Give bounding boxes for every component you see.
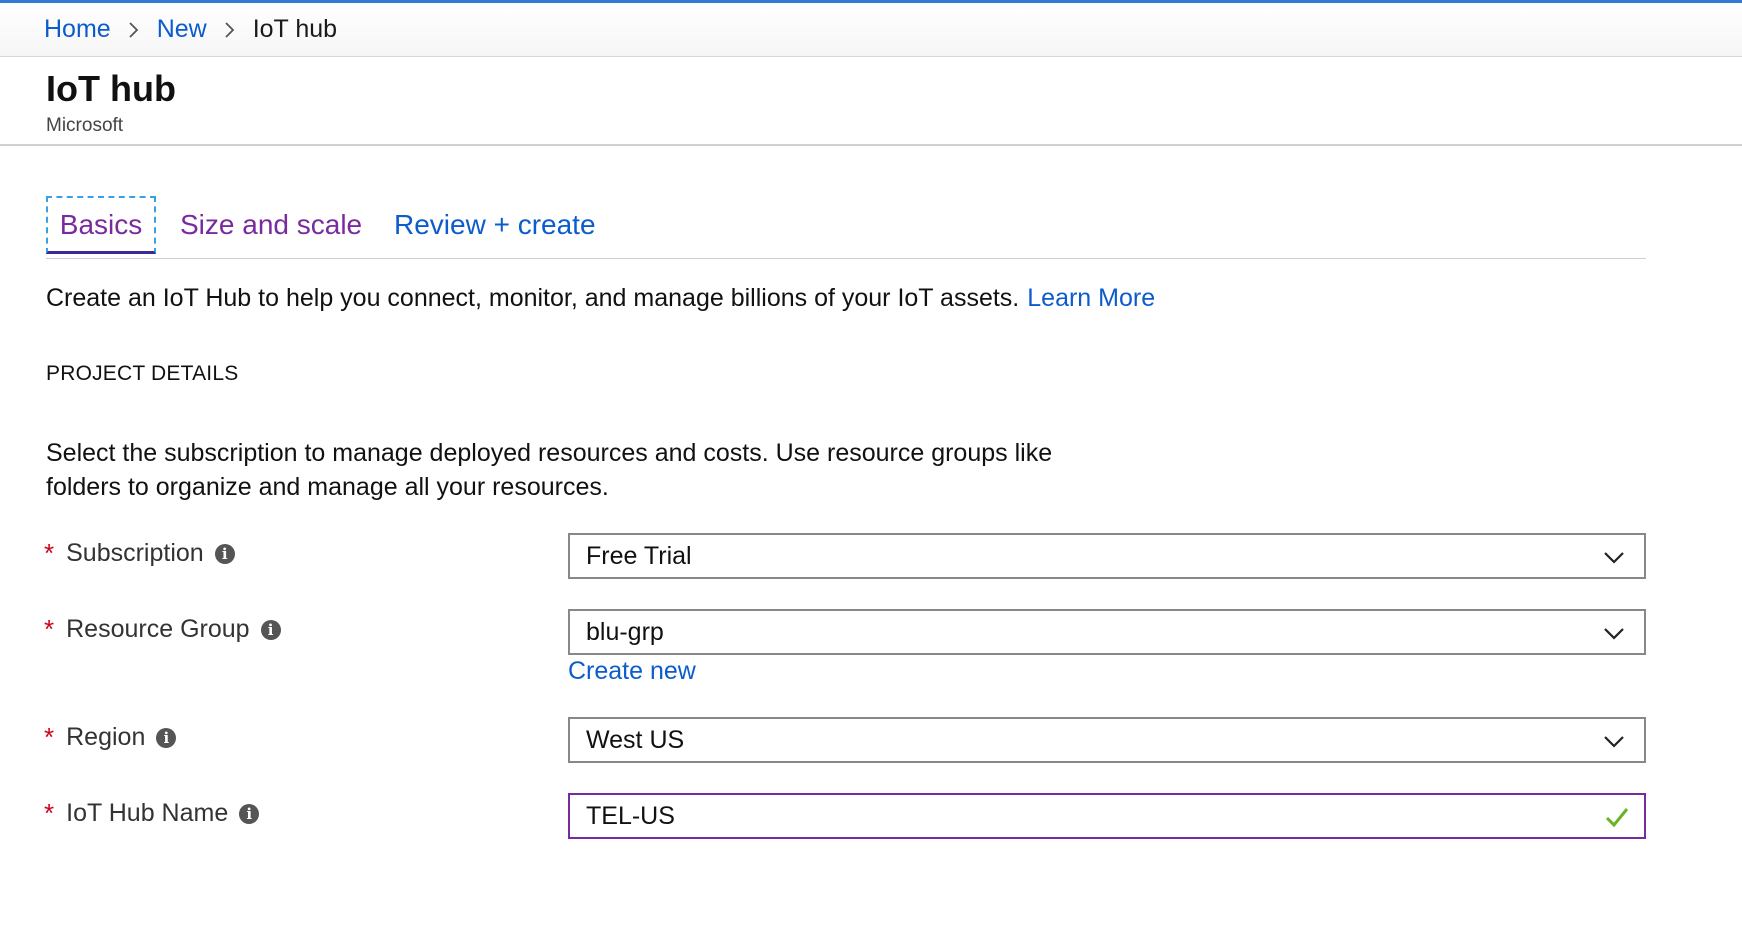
region-select[interactable]: West US [568,717,1646,763]
chevron-down-icon [1604,552,1624,564]
region-value: West US [586,725,685,754]
chevron-right-icon [207,21,253,39]
intro-text: Create an IoT Hub to help you connect, m… [46,284,1155,313]
required-mark: * [44,614,55,644]
hub-name-label-text: IoT Hub Name [66,799,229,827]
region-label: * Region i [44,722,177,753]
tab-review-create[interactable]: Review + create [394,196,596,254]
subscription-select[interactable]: Free Trial [568,533,1646,579]
info-icon[interactable]: i [214,543,235,564]
required-mark: * [44,538,55,568]
resource-group-select[interactable]: blu-grp [568,609,1646,655]
create-new-link[interactable]: Create new [568,657,696,686]
resource-group-value: blu-grp [586,617,664,646]
subscription-label-text: Subscription [66,539,204,567]
subscription-value: Free Trial [586,541,692,570]
page-title: IoT hub [46,68,176,109]
learn-more-link[interactable]: Learn More [1027,284,1155,312]
region-label-text: Region [66,723,146,751]
info-icon[interactable]: i [260,619,281,640]
subscription-label: * Subscription i [44,538,235,569]
tab-bar: Basics Size and scale Review + create [46,196,1646,259]
tab-size-and-scale[interactable]: Size and scale [180,196,362,254]
resource-group-label: * Resource Group i [44,614,281,645]
chevron-down-icon [1604,628,1624,640]
info-icon[interactable]: i [156,727,177,748]
required-mark: * [44,798,55,828]
breadcrumb-current: IoT hub [252,15,338,43]
page-subtitle: Microsoft [46,115,124,136]
required-mark: * [44,722,55,752]
check-icon [1605,808,1629,828]
intro-description: Create an IoT Hub to help you connect, m… [46,284,1020,312]
breadcrumb-new[interactable]: New [157,15,207,44]
hub-name-label: * IoT Hub Name i [44,798,260,829]
info-icon[interactable]: i [239,803,260,824]
breadcrumb: Home New IoT hub [0,3,1742,57]
hub-name-input[interactable]: TEL-US [568,793,1646,839]
chevron-down-icon [1604,736,1624,748]
section-heading: PROJECT DETAILS [46,362,239,385]
breadcrumb-home[interactable]: Home [44,15,111,44]
section-description: Select the subscription to manage deploy… [46,439,1053,501]
chevron-right-icon [111,21,157,39]
resource-group-label-text: Resource Group [66,615,250,643]
hub-name-value: TEL-US [586,801,675,830]
page-header: IoT hub Microsoft [0,58,1742,146]
tab-basics[interactable]: Basics [46,196,156,254]
